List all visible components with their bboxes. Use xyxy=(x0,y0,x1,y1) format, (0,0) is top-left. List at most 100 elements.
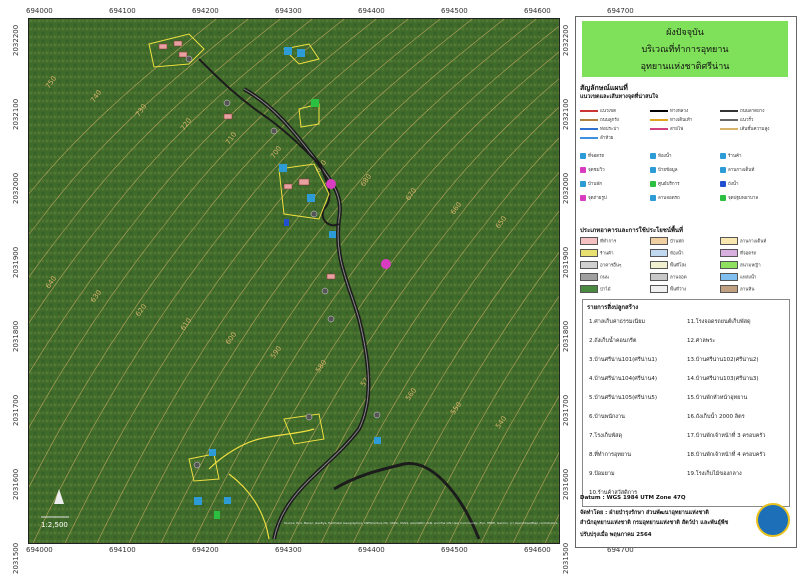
line-legend-label: ทางเดินเท้า xyxy=(670,118,693,123)
landuse-legend-label: ลานหิน xyxy=(740,287,755,293)
line-legend-item: แนวเขต xyxy=(580,107,616,114)
map-frame[interactable]: 750 740 730 720 710 700 690 680 670 660 650 640 630 6… xyxy=(28,18,560,544)
x-tick-label: 694300 xyxy=(275,7,302,15)
landuse-swatch xyxy=(650,261,668,269)
point-symbol-icon xyxy=(650,152,656,159)
point-symbol-icon xyxy=(580,180,586,187)
x-tick-label: 694500 xyxy=(441,7,468,15)
point-legend-item: จุดชมวิว xyxy=(580,166,605,173)
point-symbol-icon xyxy=(650,180,656,187)
camp-icon xyxy=(329,231,336,238)
landuse-legend-item: พื้นที่โล่ง xyxy=(650,261,686,269)
y-tick-label: 2032000 xyxy=(562,172,570,204)
landuse-swatch xyxy=(580,249,598,257)
point-legend-item: ศูนย์บริการ xyxy=(650,180,680,187)
landuse-legend-label: พื้นที่โล่ง xyxy=(670,263,687,269)
landuse-legend-item: แหล่งน้ำ xyxy=(720,273,756,281)
line-swatch xyxy=(650,109,668,112)
line-swatch xyxy=(580,136,598,139)
building xyxy=(298,178,310,186)
point-legend-item: ที่จอดรถ xyxy=(580,152,604,159)
water-tank-icon xyxy=(284,219,289,226)
y-tick-label: 2032100 xyxy=(12,98,20,130)
landuse-swatch xyxy=(580,285,598,293)
landuse-legend-label: ที่ทำการ xyxy=(600,239,617,245)
landuse-legend-label: ห้องน้ำ xyxy=(670,251,684,257)
y-tick-label: 2031800 xyxy=(12,320,20,352)
building xyxy=(173,40,183,47)
landuse-legend-label: ร้านค้า xyxy=(600,251,614,257)
parking-icon xyxy=(194,497,202,505)
landuse-legend-label: อาคารอื่นๆ xyxy=(600,263,622,269)
title-line-3: อุทยานแห่งชาติศรีน่าน xyxy=(640,62,730,72)
building-list-item: 17.บ้านพักเจ้าหน้าที่ 3 ครอบครัว xyxy=(687,433,766,439)
landuse-legend-item: ที่ทำการ xyxy=(580,237,616,245)
landuse-swatch xyxy=(580,273,598,281)
scale-label: 1:2,500 xyxy=(41,521,68,529)
attribution: Source: Esri, Maxar, GeoEye, Earthstar G… xyxy=(284,521,558,525)
toilet-icon xyxy=(279,164,287,172)
landuse-legend-item: ป่าไม้ xyxy=(580,285,611,293)
building-list-item: 11.โรงจอดรถยนต์เก็บพัสดุ xyxy=(687,319,751,325)
point-symbol-icon xyxy=(580,152,586,159)
landuse-legend-item: ห้องน้ำ xyxy=(650,249,683,257)
landuse-legend-item: ลานกางเต็นท์ xyxy=(720,237,766,245)
building-list-item: 13.บ้านศรีน่าน102(ศรีน่าน2) xyxy=(687,357,759,363)
building-list-item: 15.บ้านพักหัวหน้าอุทยาน xyxy=(687,395,748,401)
landuse-swatch xyxy=(720,261,738,269)
line-swatch xyxy=(650,127,668,130)
building-list-item: 9.ป้อมยาม xyxy=(589,471,615,477)
line-legend-item: แนวรั้ว xyxy=(720,116,753,123)
building xyxy=(223,113,233,120)
point-legend-item: ถังน้ำ xyxy=(720,180,739,187)
point-legend-label: จุดปฐมพยาบาล xyxy=(728,196,759,201)
line-swatch xyxy=(650,118,668,121)
map-canvas[interactable]: 7507407307207107006906806706606506406306… xyxy=(29,19,559,543)
landuse-legend-label: ที่จอดรถ xyxy=(740,251,757,257)
line-legend-label: ลำห้วย xyxy=(600,136,614,141)
landuse-legend-item: สนามหญ้า xyxy=(720,261,761,269)
line-swatch xyxy=(580,127,598,130)
building-list-item: 19.โรงเก็บไม้ของกลาง xyxy=(687,471,742,477)
title-box: ผังปัจจุบัน บริเวณที่ทำการอุทยาน อุทยานแ… xyxy=(582,21,788,77)
y-tick-label: 2031500 xyxy=(562,542,570,574)
landuse-legend-item: อาคารอื่นๆ xyxy=(580,261,621,269)
point-legend-label: จุดชมวิว xyxy=(588,168,605,173)
parking-icon xyxy=(284,47,292,55)
line-legend-item: ถนนลูกรัง xyxy=(580,116,619,123)
agency: สำนักอุทยานแห่งชาติ กรมอุทยานแห่งชาติ สั… xyxy=(580,520,729,526)
landuse-swatch xyxy=(650,249,668,257)
point-legend-label: ลานกางเต็นท์ xyxy=(728,168,755,173)
line-legend-label: ท่อประปา xyxy=(600,127,619,132)
point-legend-label: ห้องน้ำ xyxy=(658,154,672,159)
landuse-legend-item: บ้านพัก xyxy=(650,237,684,245)
title-line-2: บริเวณที่ทำการอุทยาน xyxy=(641,45,729,55)
landuse-swatch xyxy=(720,237,738,245)
landuse-legend-label: แหล่งน้ำ xyxy=(740,275,757,281)
x-tick-label: 694500 xyxy=(441,546,468,554)
point-symbol-icon xyxy=(580,194,586,201)
point-legend-item: บ้านพัก xyxy=(580,180,602,187)
line-legend-label: เส้นชั้นความสูง xyxy=(740,127,770,132)
landuse-legend-label: พื้นที่ว่าง xyxy=(670,287,687,293)
point-symbol-icon xyxy=(720,194,726,201)
x-tick-label: 694200 xyxy=(192,546,219,554)
title-line-1: ผังปัจจุบัน xyxy=(666,28,704,38)
landuse-legend-label: บ้านพัก xyxy=(670,239,685,245)
landuse-legend-label: ป่าไม้ xyxy=(600,287,611,293)
point-legend-label: ที่จอดรถ xyxy=(588,154,605,159)
building-list-item: 2.ถังเก็บน้ำคอนกรีต xyxy=(589,338,637,344)
x-tick-label: 694200 xyxy=(192,7,219,15)
landuse-swatch xyxy=(650,285,668,293)
building-list-item: 5.บ้านศรีน่าน105(ศรีน่าน5) xyxy=(589,395,657,401)
landuse-legend-label: สนามหญ้า xyxy=(740,263,761,269)
line-legend-label: แนวเขต xyxy=(600,109,617,114)
x-tick-label: 694000 xyxy=(26,7,53,15)
landuse-legend-label: ถนน xyxy=(600,275,609,281)
shop-icon xyxy=(374,437,381,444)
x-tick-label: 694600 xyxy=(524,546,551,554)
point-legend-item: ลานจอดรถ xyxy=(650,194,680,201)
building-list-item: 3.บ้านศรีน่าน101(ศรีน่าน1) xyxy=(589,357,657,363)
first-aid-icon xyxy=(381,259,391,269)
landuse-legend-label: ลานจอด xyxy=(670,275,687,281)
